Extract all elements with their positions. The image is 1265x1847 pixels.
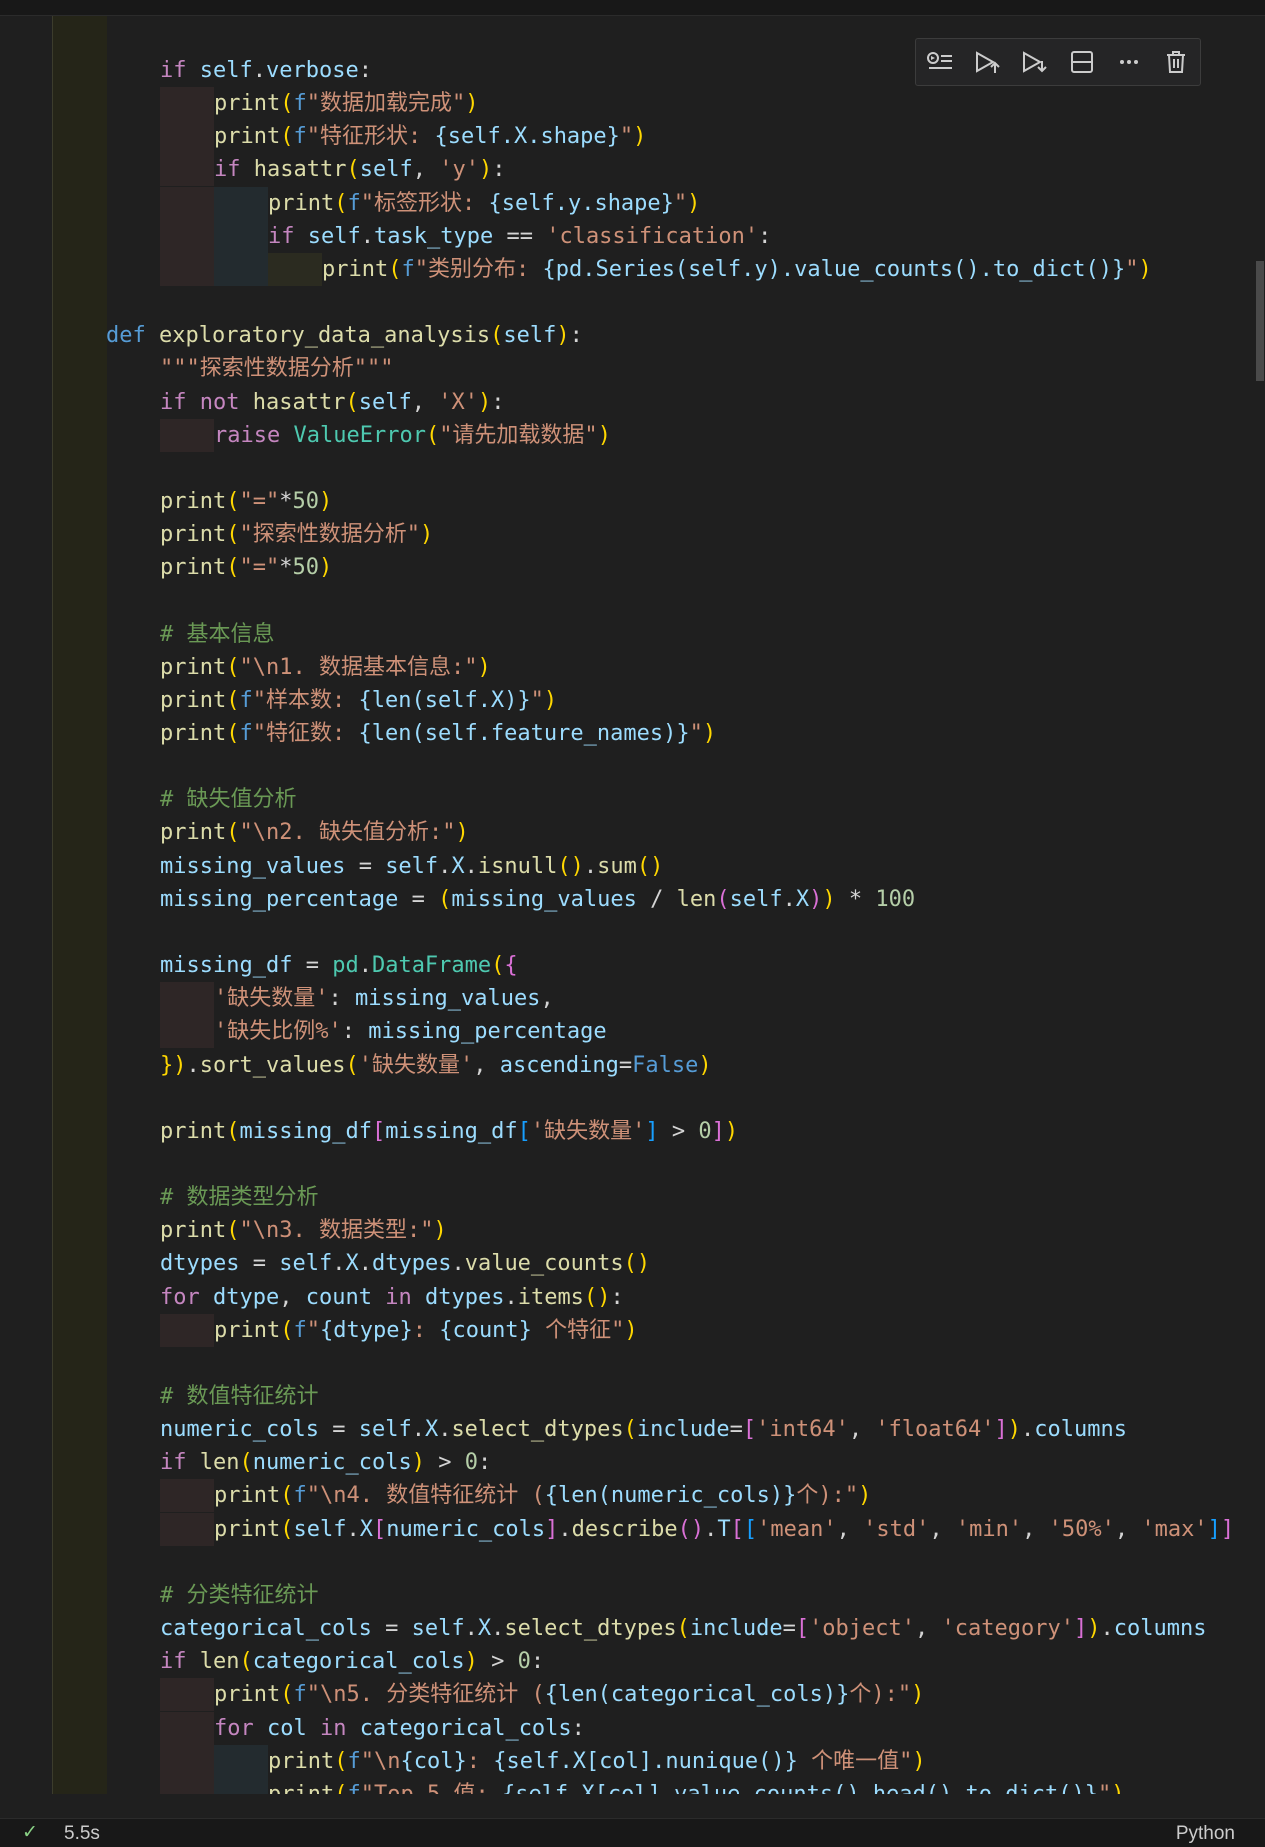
code-line[interactable]: print(f"标签形状: {self.y.shape}"): [268, 187, 700, 220]
code-line[interactable]: if self.verbose:: [160, 54, 372, 87]
success-check-icon: ✓: [22, 1822, 38, 1843]
indent-guide: [160, 252, 214, 286]
code-line[interactable]: for dtype, count in dtypes.items():: [160, 1281, 624, 1314]
code-line[interactable]: if len(categorical_cols) > 0:: [160, 1645, 544, 1678]
more-actions-icon[interactable]: [1113, 46, 1145, 78]
indent-guide: [160, 1777, 214, 1794]
indent-guide: [160, 1015, 214, 1049]
indent-guide: [160, 186, 214, 220]
code-line[interactable]: # 缺失值分析: [160, 783, 297, 816]
code-line[interactable]: print(f"样本数: {len(self.X)}"): [160, 684, 557, 717]
code-line[interactable]: missing_df = pd.DataFrame({: [160, 949, 518, 982]
indent-guide: [160, 153, 214, 187]
code-line[interactable]: print(f"类别分布: {pd.Series(self.y).value_c…: [322, 253, 1152, 286]
indent-guide: [160, 418, 214, 452]
code-line[interactable]: print("="*50): [160, 551, 332, 584]
code-line[interactable]: print("探索性数据分析"): [160, 518, 433, 551]
code-line[interactable]: print("\n1. 数据基本信息:"): [160, 651, 491, 684]
code-line[interactable]: print(f"\n5. 分类特征统计 ({len(categorical_co…: [214, 1678, 924, 1711]
indent-guide: [160, 1678, 214, 1712]
code-line[interactable]: print(f"数据加载完成"): [214, 87, 478, 120]
code-line[interactable]: print(f"{dtype}: {count} 个特征"): [214, 1314, 638, 1347]
indent-guide: [160, 982, 214, 1016]
code-line[interactable]: if hasattr(self, 'y'):: [214, 153, 505, 186]
code-editor[interactable]: if self.verbose: print(f"数据加载完成") print(f"…: [106, 16, 1254, 1794]
run-by-line-icon[interactable]: [924, 46, 956, 78]
code-line[interactable]: print(f"Top 5 值: {self.X[col].value_coun…: [268, 1778, 1124, 1794]
cell-language[interactable]: Python: [1176, 1823, 1235, 1845]
code-line[interactable]: missing_percentage = (missing_values / l…: [160, 883, 915, 916]
top-tab-bar: [0, 0, 1265, 16]
code-line[interactable]: numeric_cols = self.X.select_dtypes(incl…: [160, 1413, 1127, 1446]
code-line[interactable]: print("\n3. 数据类型:"): [160, 1214, 447, 1247]
indent-guide: [214, 1744, 268, 1778]
code-line[interactable]: dtypes = self.X.dtypes.value_counts(): [160, 1247, 650, 1280]
indent-guide: [214, 252, 268, 286]
code-line[interactable]: # 分类特征统计: [160, 1579, 319, 1612]
indent-guide: [160, 87, 214, 121]
code-line[interactable]: print(f"\n{col}: {self.X[col].nunique()}…: [268, 1745, 926, 1778]
code-line[interactable]: print("="*50): [160, 485, 332, 518]
code-line[interactable]: print("\n2. 缺失值分析:"): [160, 816, 469, 849]
execute-above-icon[interactable]: [971, 46, 1003, 78]
scroll-thumb[interactable]: [1256, 261, 1264, 381]
code-line[interactable]: categorical_cols = self.X.select_dtypes(…: [160, 1612, 1206, 1645]
code-line[interactable]: print(missing_df[missing_df['缺失数量'] > 0]…: [160, 1115, 738, 1148]
code-line[interactable]: if not hasattr(self, 'X'):: [160, 386, 504, 419]
indent-guide: [160, 1711, 214, 1745]
code-line[interactable]: print(f"\n4. 数值特征统计 ({len(numeric_cols)}…: [214, 1479, 871, 1512]
delete-cell-icon[interactable]: [1160, 46, 1192, 78]
indent-guide: [214, 219, 268, 253]
code-line[interactable]: print(f"特征数: {len(self.feature_names)}"): [160, 717, 716, 750]
indent-guide: [160, 1512, 214, 1546]
vertical-scrollbar[interactable]: [1254, 16, 1265, 1794]
code-line[interactable]: '缺失比例%': missing_percentage: [214, 1015, 607, 1048]
code-line[interactable]: """探索性数据分析""": [160, 352, 394, 385]
code-line[interactable]: print(f"特征形状: {self.X.shape}"): [214, 120, 646, 153]
code-line[interactable]: if len(numeric_cols) > 0:: [160, 1446, 491, 1479]
code-line[interactable]: def exploratory_data_analysis(self):: [106, 319, 583, 352]
code-line[interactable]: # 数值特征统计: [160, 1380, 319, 1413]
code-line[interactable]: # 数据类型分析: [160, 1181, 319, 1214]
execute-below-icon[interactable]: [1018, 46, 1050, 78]
indent-guide: [160, 1744, 214, 1778]
split-cell-icon[interactable]: [1066, 46, 1098, 78]
notebook-cell[interactable]: if self.verbose: print(f"数据加载完成") print(f"…: [0, 16, 1265, 1794]
indent-guide: [214, 186, 268, 220]
code-line[interactable]: raise ValueError("请先加载数据"): [214, 419, 611, 452]
indent-guide: [160, 120, 214, 154]
code-line[interactable]: print(self.X[numeric_cols].describe().T[…: [214, 1513, 1234, 1546]
code-line[interactable]: missing_values = self.X.isnull().sum(): [160, 850, 663, 883]
code-line[interactable]: '缺失数量': missing_values,: [214, 982, 554, 1015]
cell-toolbar: [915, 38, 1201, 86]
code-line[interactable]: # 基本信息: [160, 618, 275, 651]
cell-gutter: [52, 16, 107, 1794]
code-line[interactable]: for col in categorical_cols:: [214, 1712, 585, 1745]
code-line[interactable]: if self.task_type == 'classification':: [268, 220, 771, 253]
cell-status-bar: ✓ 5.5s Python: [0, 1818, 1265, 1847]
indent-guide: [160, 1313, 214, 1347]
execution-time: 5.5s: [64, 1823, 100, 1844]
indent-guide: [214, 1777, 268, 1794]
indent-guide: [268, 252, 322, 286]
indent-guide: [160, 219, 214, 253]
code-line[interactable]: }).sort_values('缺失数量', ascending=False): [160, 1049, 712, 1082]
indent-guide: [160, 1479, 214, 1513]
